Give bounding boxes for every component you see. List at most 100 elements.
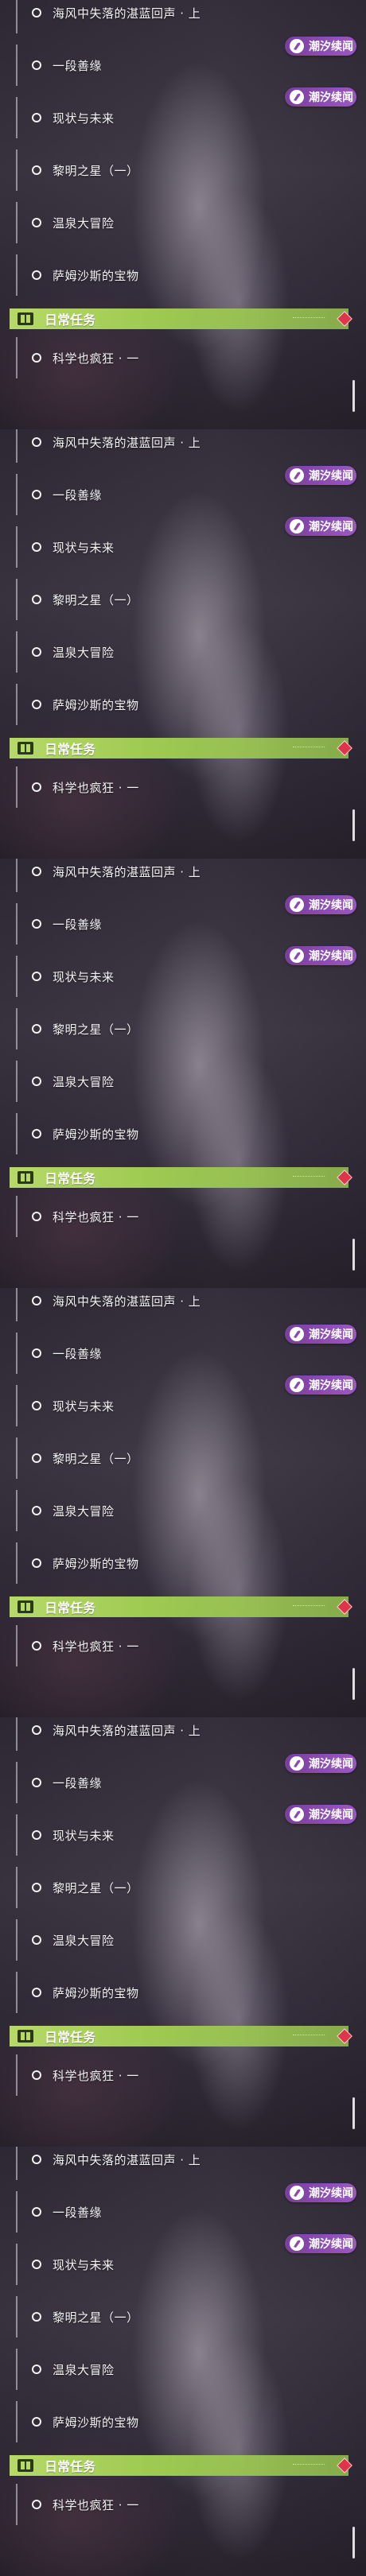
- circle-icon: [32, 1830, 41, 1840]
- daily-task-item[interactable]: 科学也疯狂 · 一: [16, 334, 348, 382]
- quest-item-label: 温泉大冒险: [53, 645, 115, 660]
- quest-item-edge: [16, 1196, 18, 1237]
- book-icon: [18, 2030, 33, 2043]
- quest-item-edge: [16, 1437, 18, 1479]
- tide-story-badge-label: 潮汐续闻: [309, 2187, 353, 2200]
- quest-item-edge: [16, 2054, 18, 2096]
- quest-item[interactable]: 温泉大冒险: [16, 1057, 348, 1105]
- circle-icon: [32, 1506, 41, 1515]
- quest-item-label: 现状与未来: [53, 1828, 115, 1843]
- quest-item[interactable]: 海风中失落的湛蓝回声 · 上: [16, 0, 348, 37]
- quest-item-label: 萨姆沙斯的宝物: [53, 1127, 139, 1142]
- quest-item[interactable]: 温泉大冒险: [16, 1487, 348, 1534]
- tide-story-badge-label: 潮汐续闻: [309, 1809, 353, 1821]
- scrollbar[interactable]: [352, 2527, 355, 2559]
- quest-item[interactable]: 温泉大冒险: [16, 2345, 348, 2393]
- quest-item-edge: [16, 1113, 18, 1154]
- quest-item-edge: [16, 45, 18, 86]
- quest-item[interactable]: 温泉大冒险: [16, 1916, 348, 1964]
- quest-item[interactable]: 黎明之星（一）: [16, 1005, 348, 1053]
- scrollbar[interactable]: [352, 1239, 355, 1271]
- circle-icon: [32, 867, 41, 876]
- circle-icon: [32, 1778, 41, 1787]
- quest-item-edge: [16, 337, 18, 378]
- tide-story-icon: [290, 519, 304, 533]
- circle-icon: [32, 919, 41, 929]
- quest-item-edge: [16, 1717, 18, 1751]
- tide-story-badge: 潮汐续闻: [285, 2183, 356, 2202]
- circle-icon: [32, 218, 41, 227]
- quest-item[interactable]: 萨姆沙斯的宝物: [16, 251, 348, 299]
- quest-item-edge: [16, 97, 18, 138]
- quest-item-label: 温泉大冒险: [53, 1503, 115, 1519]
- circle-icon: [32, 2500, 41, 2509]
- quest-item-edge: [16, 1625, 18, 1666]
- quest-item-edge: [16, 1814, 18, 1856]
- quest-item-edge: [16, 1061, 18, 1102]
- circle-icon: [32, 1024, 41, 1034]
- scrollbar[interactable]: [352, 1668, 355, 1700]
- book-icon: [18, 1171, 33, 1184]
- tide-story-badge: 潮汐续闻: [285, 895, 356, 914]
- quest-item[interactable]: 海风中失落的湛蓝回声 · 上: [16, 1288, 348, 1325]
- daily-task-label: 科学也疯狂 · 一: [53, 1639, 139, 1654]
- quest-item-label: 现状与未来: [53, 111, 115, 126]
- quest-item[interactable]: 黎明之星（一）: [16, 1864, 348, 1911]
- daily-tasks-header[interactable]: 日常任务: [10, 308, 352, 329]
- quest-list-screenshot: 海风中失落的湛蓝回声 · 上一段善缘 现状与未来 黎明之星（一） 温泉大冒险 萨姆沙斯的…: [0, 0, 366, 2576]
- scrollbar[interactable]: [352, 2097, 355, 2129]
- quest-item-label: 温泉大冒险: [53, 215, 115, 231]
- daily-task-item[interactable]: 科学也疯狂 · 一: [16, 2051, 348, 2099]
- quest-item-edge: [16, 903, 18, 945]
- daily-tasks-header[interactable]: 日常任务: [10, 1167, 352, 1188]
- quest-item[interactable]: 温泉大冒险: [16, 199, 348, 246]
- quest-item-label: 海风中失落的湛蓝回声 · 上: [53, 6, 201, 21]
- daily-tasks-header[interactable]: 日常任务: [10, 2455, 352, 2476]
- circle-icon: [32, 2070, 41, 2080]
- quest-item-label: 温泉大冒险: [53, 1074, 115, 1089]
- tide-story-icon: [290, 90, 304, 104]
- quest-panel: 海风中失落的湛蓝回声 · 上一段善缘 现状与未来 黎明之星（一） 温泉大冒险 萨姆沙斯的…: [0, 2147, 366, 2576]
- quest-item[interactable]: 海风中失落的湛蓝回声 · 上: [16, 2147, 348, 2183]
- quest-item[interactable]: 萨姆沙斯的宝物: [16, 681, 348, 728]
- quest-item[interactable]: 温泉大冒险: [16, 628, 348, 676]
- quest-item-label: 一段善缘: [53, 58, 103, 73]
- daily-task-item[interactable]: 科学也疯狂 · 一: [16, 1193, 348, 1240]
- quest-item[interactable]: 黎明之星（一）: [16, 146, 348, 194]
- quest-item[interactable]: 萨姆沙斯的宝物: [16, 1539, 348, 1587]
- daily-task-item[interactable]: 科学也疯狂 · 一: [16, 2481, 348, 2528]
- quest-item-label: 现状与未来: [53, 540, 115, 555]
- circle-icon: [32, 1883, 41, 1892]
- circle-icon: [32, 165, 41, 175]
- quest-item[interactable]: 海风中失落的湛蓝回声 · 上: [16, 1717, 348, 1754]
- tide-story-badge-label: 潮汐续闻: [309, 950, 353, 963]
- quest-item-edge: [16, 2147, 18, 2180]
- quest-item[interactable]: 海风中失落的湛蓝回声 · 上: [16, 859, 348, 895]
- circle-icon: [32, 1725, 41, 1735]
- tide-story-badge: 潮汐续闻: [285, 1754, 356, 1773]
- daily-tasks-header[interactable]: 日常任务: [10, 1596, 352, 1617]
- quest-item[interactable]: 海风中失落的湛蓝回声 · 上: [16, 429, 348, 466]
- daily-tasks-header[interactable]: 日常任务: [10, 2026, 352, 2046]
- circle-icon: [32, 2260, 41, 2269]
- quest-item-label: 萨姆沙斯的宝物: [53, 2415, 139, 2430]
- daily-task-item[interactable]: 科学也疯狂 · 一: [16, 763, 348, 811]
- quest-item[interactable]: 黎明之星（一）: [16, 576, 348, 623]
- daily-task-item[interactable]: 科学也疯狂 · 一: [16, 1622, 348, 1670]
- quest-item[interactable]: 黎明之星（一）: [16, 2293, 348, 2341]
- quest-item[interactable]: 黎明之星（一）: [16, 1434, 348, 1482]
- tide-story-badge: 潮汐续闻: [285, 1805, 356, 1824]
- book-icon: [18, 2459, 33, 2472]
- quest-item[interactable]: 萨姆沙斯的宝物: [16, 2398, 348, 2446]
- circle-icon: [32, 595, 41, 604]
- daily-tasks-header[interactable]: 日常任务: [10, 738, 352, 758]
- circle-icon: [32, 2417, 41, 2427]
- tide-story-icon: [290, 898, 304, 912]
- scrollbar[interactable]: [352, 809, 355, 841]
- quest-item[interactable]: 萨姆沙斯的宝物: [16, 1969, 348, 2016]
- circle-icon: [32, 437, 41, 447]
- quest-item[interactable]: 萨姆沙斯的宝物: [16, 1110, 348, 1158]
- daily-task-label: 科学也疯狂 · 一: [53, 1209, 139, 1224]
- scrollbar[interactable]: [352, 380, 355, 412]
- tide-story-icon: [290, 1807, 304, 1821]
